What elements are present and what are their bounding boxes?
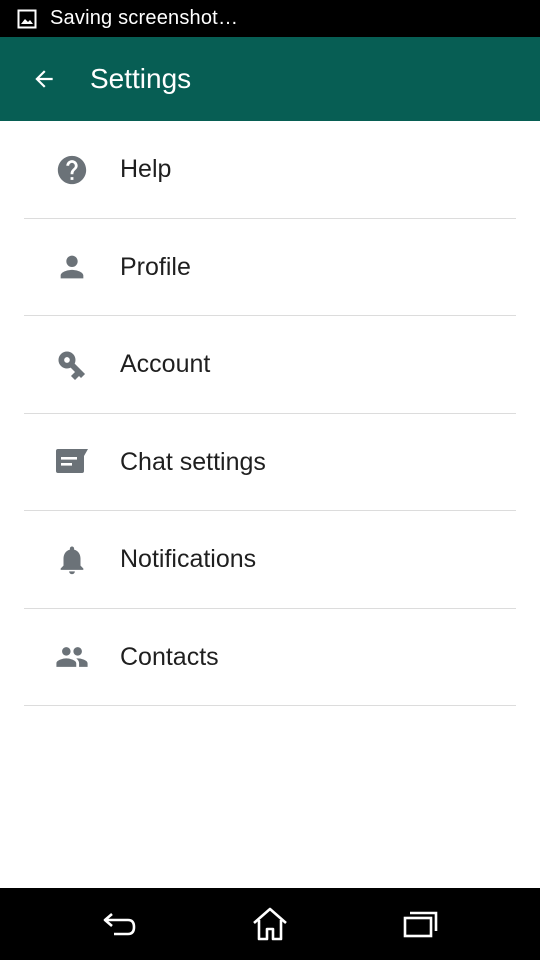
- settings-item-label: Profile: [120, 252, 191, 281]
- page-title: Settings: [90, 63, 192, 94]
- settings-item-label: Chat settings: [120, 447, 266, 476]
- settings-item-help[interactable]: Help: [0, 121, 540, 219]
- settings-item-label: Help: [120, 155, 172, 184]
- status-bar: Saving screenshot…: [0, 0, 540, 37]
- image-icon: [16, 8, 38, 30]
- key-icon: [52, 345, 92, 385]
- recent-apps-icon: [400, 908, 440, 940]
- bell-icon: [52, 540, 92, 580]
- settings-item-label: Notifications: [120, 545, 257, 574]
- home-icon: [250, 906, 290, 942]
- person-icon: [52, 247, 92, 287]
- people-icon: [52, 637, 92, 677]
- nav-back-button[interactable]: [98, 904, 142, 944]
- settings-item-profile[interactable]: Profile: [0, 219, 540, 317]
- settings-item-account[interactable]: Account: [0, 316, 540, 414]
- nav-recent-apps-button[interactable]: [398, 904, 442, 944]
- help-circle-icon: [52, 150, 92, 190]
- settings-item-label: Account: [120, 350, 211, 379]
- settings-list: Help Profile Account Chat settings Notif…: [0, 121, 540, 706]
- navigation-bar: [0, 888, 540, 960]
- status-text: Saving screenshot…: [50, 7, 239, 29]
- settings-item-contacts[interactable]: Contacts: [0, 609, 540, 707]
- app-bar: Settings: [0, 37, 540, 121]
- arrow-back-icon: [31, 66, 57, 92]
- back-button[interactable]: [24, 59, 64, 99]
- back-icon: [100, 908, 140, 940]
- settings-item-notifications[interactable]: Notifications: [0, 511, 540, 609]
- settings-item-chat-settings[interactable]: Chat settings: [0, 414, 540, 512]
- chat-icon: [52, 442, 92, 482]
- nav-home-button[interactable]: [248, 904, 292, 944]
- settings-item-label: Contacts: [120, 642, 219, 671]
